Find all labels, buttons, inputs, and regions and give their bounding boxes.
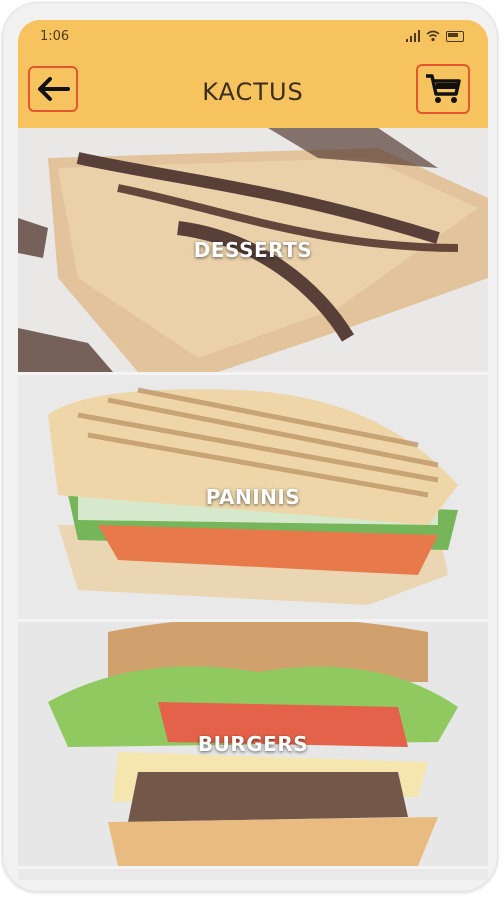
status-time: 1:06 xyxy=(40,29,70,44)
screen: 1:06 KACTUS DESSERTS PANINIS BURGERS xyxy=(18,20,488,880)
status-icons xyxy=(406,30,464,42)
app-bar: KACTUS xyxy=(18,56,488,128)
category-label: PANINIS xyxy=(205,485,301,509)
cart-button[interactable] xyxy=(416,64,470,114)
category-card-burgers[interactable]: BURGERS xyxy=(18,622,488,869)
category-card-desserts[interactable]: DESSERTS xyxy=(18,128,488,375)
battery-icon xyxy=(446,30,464,42)
category-card-paninis[interactable]: PANINIS xyxy=(18,375,488,622)
wifi-icon xyxy=(426,30,440,42)
status-bar: 1:06 xyxy=(18,20,488,56)
device-frame: 1:06 KACTUS DESSERTS PANINIS BURGERS xyxy=(2,2,498,892)
shopping-cart-icon xyxy=(426,74,461,103)
signal-icon xyxy=(406,30,420,42)
category-label: BURGERS xyxy=(197,732,309,756)
category-label: DESSERTS xyxy=(193,238,313,262)
